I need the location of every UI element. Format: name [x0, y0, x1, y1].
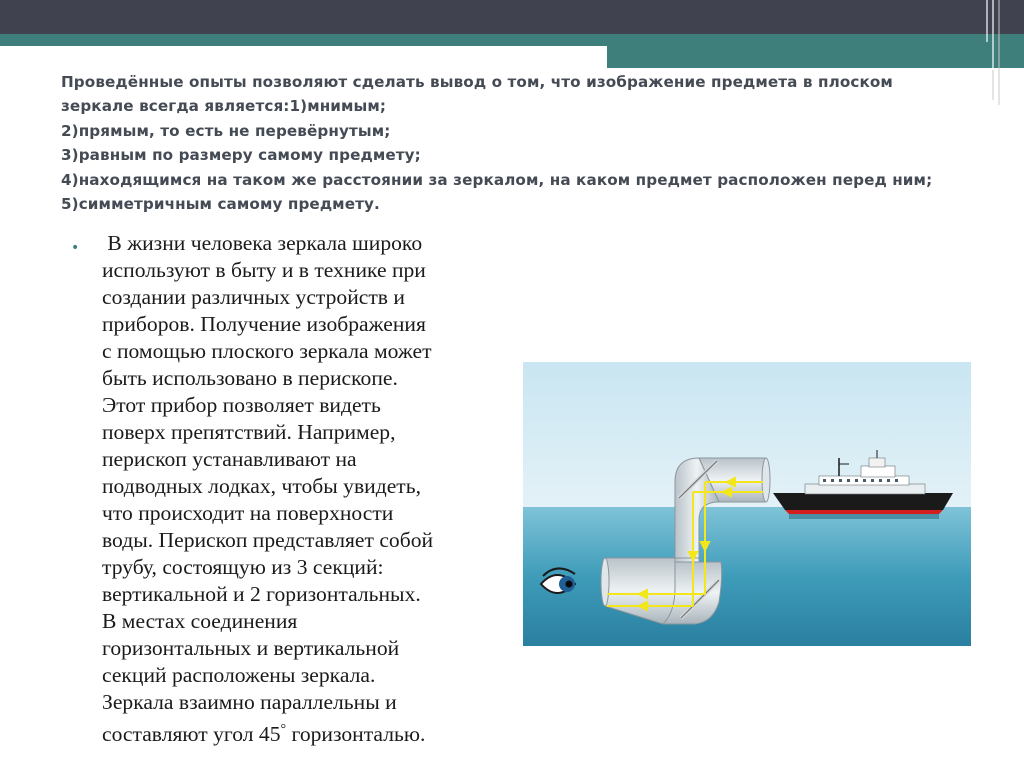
body-line: создании различных устройств и [102, 285, 405, 309]
bullet-marker: • [71, 240, 80, 256]
body-line: Этот прибор позволяет видеть [102, 393, 381, 417]
title-line: 5)симметричным самому предмету. [61, 195, 380, 214]
body-line: трубу, состоящую из 3 секций: [102, 555, 384, 579]
slide-title: Проведённые опыты позволяют сделать выво… [61, 70, 991, 216]
title-line: 3)равным по размеру самому предмету; [61, 146, 421, 165]
header-teal-notch [607, 44, 1024, 68]
title-line: 2)прямым, то есть не перевёрнутым; [61, 121, 391, 140]
last-line-prefix: составляют угол 45 [102, 722, 281, 747]
body-line-last: составляют угол 45° горизонталью. [102, 716, 502, 748]
body-paragraph: В жизни человека зеркала широко использу… [102, 230, 502, 748]
body-line: с помощью плоского зеркала может [102, 339, 432, 363]
body-line: вертикальной и 2 горизонтальных. [102, 582, 421, 606]
title-line: 4)находящимся на таком же расстоянии за … [61, 170, 933, 189]
title-line: Проведённые опыты позволяют сделать выво… [61, 73, 893, 91]
body-line: В местах соединения [102, 609, 298, 633]
title-line: зеркале всегда является:1)мнимым; [61, 97, 387, 116]
body-line: что происходит на поверхности [102, 501, 394, 525]
body-line: секций расположены зеркала. [102, 663, 376, 687]
body-line: поверх препятствий. Например, [102, 420, 396, 444]
body-line: Зеркала взаимно параллельны и [102, 690, 397, 714]
sea [523, 507, 971, 646]
body-line: используют в быту и в технике при [102, 258, 426, 282]
header-white-notch [0, 46, 607, 58]
body-line: приборов. Получение изображения [102, 312, 426, 336]
body-line: горизонтальных и вертикальной [102, 636, 400, 660]
body-line: воды. Перископ представляет собой [102, 528, 434, 552]
last-line-suffix: горизонталью. [286, 722, 426, 747]
body-line: перископ устанавливают на [102, 447, 357, 471]
body-line: быть использовано в перископе. [102, 366, 398, 390]
header-dark-band [0, 0, 1024, 34]
body-line: В жизни человека зеркала широко [102, 231, 423, 255]
periscope-illustration [523, 362, 971, 646]
body-line: подводных лодках, чтобы увидеть, [102, 474, 421, 498]
